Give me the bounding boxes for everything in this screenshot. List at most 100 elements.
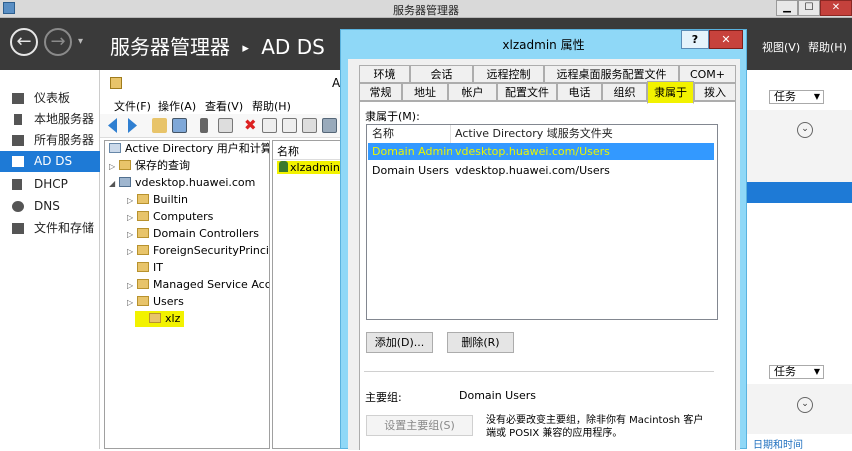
dialog-body: 环境 会话 远程控制 远程桌面服务配置文件 COM+ 常规 地址 帐户 配置文件…: [348, 59, 740, 450]
chevron-down-icon: ▼: [813, 367, 820, 376]
breadcrumb-app[interactable]: 服务器管理器: [110, 35, 230, 59]
tree-item-managed-service[interactable]: ▷ Managed Service Acco: [127, 277, 269, 293]
storage-icon: [12, 223, 24, 234]
tasks-dropdown-top[interactable]: 任务 ▼: [769, 90, 824, 104]
aduc-root-icon: [109, 143, 121, 153]
copy-icon[interactable]: [218, 118, 233, 133]
tree-item-foreign-security[interactable]: ▷ ForeignSecurityPrincipa: [127, 243, 269, 259]
tab-member-of[interactable]: 隶属于: [647, 81, 694, 104]
window-title: 服务器管理器: [393, 4, 459, 17]
nav-item-dns[interactable]: DNS: [0, 196, 100, 217]
right-tasks-pane: 任务 ▼ ⌄ 任务 ▼ ⌄ 日期和时间: [747, 70, 852, 451]
close-button[interactable]: ✕: [820, 0, 852, 16]
tree-item-it[interactable]: IT: [127, 260, 163, 276]
breadcrumb-separator: ▸: [242, 41, 249, 56]
dhcp-icon: [12, 179, 22, 190]
menu-action[interactable]: 操作(A): [158, 98, 196, 114]
nav-item-local-server[interactable]: 本地服务器: [0, 109, 100, 130]
selected-row-strip: [747, 182, 852, 203]
separator: [364, 371, 714, 372]
dialog-help-button[interactable]: ?: [681, 30, 709, 49]
nav-dropdown-icon[interactable]: ▾: [78, 36, 83, 47]
folder-icon: [137, 194, 149, 204]
delete-icon[interactable]: ✖: [244, 118, 259, 133]
nav-item-dhcp[interactable]: DHCP: [0, 174, 100, 195]
properties-icon[interactable]: [262, 118, 277, 133]
dialog-close-button[interactable]: ✕: [709, 30, 743, 49]
nav-item-dashboard[interactable]: 仪表板: [0, 88, 100, 109]
column-header-name[interactable]: 名称: [367, 125, 451, 143]
menu-help2[interactable]: 帮助(H): [252, 98, 291, 114]
left-navigation: 仪表板 本地服务器 所有服务器 AD DS DHCP DNS 文件和存储: [0, 70, 100, 449]
tab-organization[interactable]: 组织: [602, 83, 647, 101]
primary-group-value: Domain Users: [459, 389, 536, 402]
refresh-icon[interactable]: [282, 118, 297, 133]
back-icon[interactable]: ←: [10, 28, 38, 56]
maximize-button[interactable]: ☐: [798, 0, 820, 16]
adds-icon: [12, 156, 24, 167]
tree-item-users[interactable]: ▷ Users: [127, 294, 184, 310]
show-tree-icon[interactable]: [172, 118, 187, 133]
user-icon: [279, 161, 288, 172]
groups-listview: 名称 Active Directory 域服务文件夹 Domain Admins…: [366, 124, 718, 320]
set-primary-group-button[interactable]: 设置主要组(S): [366, 415, 473, 436]
nav-item-storage[interactable]: 文件和存储: [0, 218, 100, 239]
nav-item-adds[interactable]: AD DS: [0, 151, 100, 172]
menu-file[interactable]: 文件(F): [114, 98, 151, 114]
aduc-app-icon: [110, 77, 122, 89]
breadcrumb-section[interactable]: AD DS: [261, 35, 325, 59]
collapse-icon[interactable]: ⌄: [797, 397, 813, 413]
export-icon[interactable]: [302, 118, 317, 133]
tab-sessions[interactable]: 会话: [410, 65, 473, 83]
remove-button[interactable]: 删除(R): [447, 332, 514, 353]
menu-view2[interactable]: 查看(V): [205, 98, 243, 114]
server-icon: [14, 114, 22, 125]
nav-item-all-servers[interactable]: 所有服务器: [0, 130, 100, 151]
tab-remote-control[interactable]: 远程控制: [473, 65, 544, 83]
tree-item-domain-controllers[interactable]: ▷ Domain Controllers: [127, 226, 259, 242]
tree-item-builtin[interactable]: ▷ Builtin: [127, 192, 188, 208]
tree-root[interactable]: Active Directory 用户和计算机: [109, 141, 269, 157]
tab-account[interactable]: 帐户: [448, 83, 497, 101]
tab-environment[interactable]: 环境: [359, 65, 410, 83]
tree-item-computers[interactable]: ▷ Computers: [127, 209, 213, 225]
folder-icon: [137, 245, 149, 255]
cut-icon[interactable]: [200, 118, 208, 133]
aduc-list-pane: 名称 xlzadmin: [272, 140, 345, 449]
column-header-folder[interactable]: Active Directory 域服务文件夹: [451, 125, 717, 143]
aduc-tree: Active Directory 用户和计算机 ▷ 保存的查询 ◢ vdesktop…: [104, 140, 270, 449]
tab-dial-in[interactable]: 拨入: [694, 83, 736, 101]
forward-icon[interactable]: →: [44, 28, 72, 56]
tab-telephones[interactable]: 电话: [557, 83, 602, 101]
forward-arrow-icon[interactable]: [128, 118, 137, 133]
ou-icon: [137, 262, 149, 272]
back-arrow-icon[interactable]: [108, 118, 117, 133]
window-titlebar: 服务器管理器 ▁ ☐ ✕: [0, 0, 852, 18]
folder-icon: [137, 296, 149, 306]
collapse-icon[interactable]: ⌄: [797, 122, 813, 138]
list-item-xlzadmin[interactable]: xlzadmin: [277, 161, 342, 174]
dashboard-icon: [12, 93, 24, 104]
aduc-title: A: [332, 76, 341, 90]
menu-view[interactable]: 视图(V): [762, 39, 800, 55]
folder-icon: [119, 160, 131, 170]
minimize-button[interactable]: ▁: [776, 0, 798, 16]
tab-profile[interactable]: 配置文件: [497, 83, 557, 101]
tree-item-domain[interactable]: ◢ vdesktop.huawei.com: [109, 175, 255, 191]
list-header-name[interactable]: 名称: [277, 143, 299, 159]
group-row-domain-users[interactable]: Domain Users vdesktop.huawei.com/Users: [368, 162, 714, 179]
group-row-domain-admins[interactable]: Domain Admins vdesktop.huawei.com/Users: [368, 143, 714, 160]
tree-item-xlz[interactable]: xlz: [135, 311, 185, 327]
tasks-dropdown-bottom[interactable]: 任务 ▼: [769, 365, 824, 379]
properties-dialog: xlzadmin 属性 ? ✕ 环境 会话 远程控制 远程桌面服务配置文件 CO…: [340, 29, 747, 450]
help-icon[interactable]: [322, 118, 337, 133]
domain-icon: [119, 177, 131, 187]
menu-help[interactable]: 帮助(H): [808, 39, 847, 55]
ou-icon: [149, 313, 161, 323]
up-folder-icon[interactable]: [152, 118, 167, 133]
add-button[interactable]: 添加(D)...: [366, 332, 433, 353]
tile-top: [747, 110, 852, 188]
tab-address[interactable]: 地址: [402, 83, 448, 101]
tab-general[interactable]: 常规: [359, 83, 402, 101]
tree-item-saved-queries[interactable]: ▷ 保存的查询: [109, 158, 190, 174]
